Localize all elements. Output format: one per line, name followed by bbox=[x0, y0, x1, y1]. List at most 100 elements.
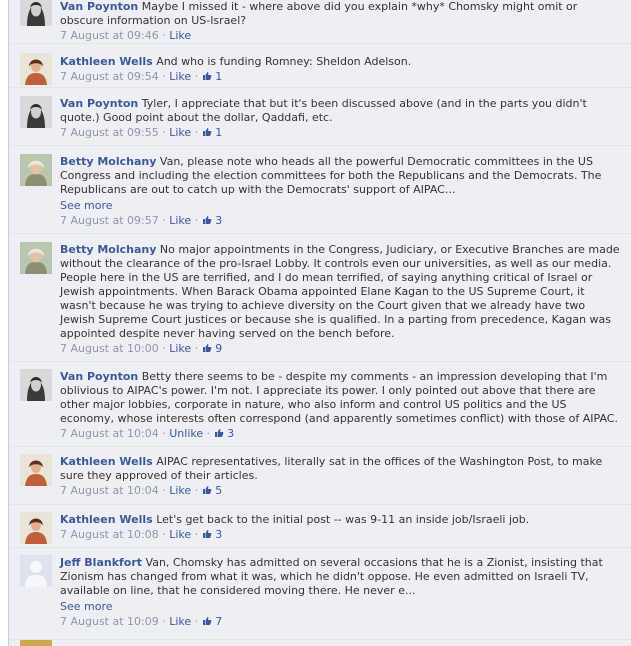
comment-text-line: Kathleen Wells Let's get back to the ini… bbox=[60, 513, 620, 527]
comment-text: No major appointments in the Congress, J… bbox=[60, 243, 620, 340]
like-count[interactable]: 1 bbox=[202, 70, 222, 83]
like-count[interactable]: 7 bbox=[202, 615, 222, 628]
comment-text-line: Van Poynton Maybe I missed it - where ab… bbox=[60, 0, 620, 28]
meta-separator: · bbox=[162, 126, 166, 139]
comment-timestamp[interactable]: 7 August at 09:54 bbox=[60, 70, 159, 83]
comment-timestamp[interactable]: 7 August at 10:09 bbox=[60, 615, 159, 628]
like-link[interactable]: Like bbox=[169, 342, 191, 355]
betty-molchany-avatar[interactable] bbox=[20, 242, 52, 274]
thumbs-up-icon bbox=[202, 215, 212, 225]
comment-author[interactable]: Van Poynton bbox=[60, 97, 138, 110]
comment-author[interactable]: Van Poynton bbox=[60, 370, 138, 383]
thumbs-up-icon bbox=[202, 71, 212, 81]
like-count[interactable]: 5 bbox=[202, 484, 222, 497]
comment-text: Maybe I missed it - where above did you … bbox=[60, 0, 578, 27]
comment-meta: 7 August at 09:46 · Like bbox=[60, 29, 620, 43]
comment-item: Betty Molchany Van, please note who head… bbox=[9, 145, 631, 234]
comment-author[interactable]: Jeff Blankfort bbox=[60, 556, 142, 569]
comment-meta: 7 August at 10:09 · Like · 7 bbox=[60, 615, 620, 629]
comment-text-line: Betty Molchany No major appointments in … bbox=[60, 243, 620, 341]
comment-text: And who is funding Romney: Sheldon Adels… bbox=[156, 55, 412, 68]
comment-meta: 7 August at 10:04 · Unlike · 3 bbox=[60, 427, 620, 441]
van-poynton-avatar[interactable] bbox=[20, 369, 52, 401]
kathleen-wells-avatar[interactable] bbox=[20, 454, 52, 486]
comment-timestamp[interactable]: 7 August at 09:46 bbox=[60, 29, 159, 42]
like-link[interactable]: Like bbox=[169, 615, 191, 628]
comment-text-line: Jeff Blankfort Van, Chomsky has admitted… bbox=[60, 556, 620, 598]
comment-text-line: Van Poynton Betty there seems to be - de… bbox=[60, 370, 620, 426]
meta-separator: · bbox=[162, 342, 166, 355]
thumbs-up-icon bbox=[214, 428, 224, 438]
like-link[interactable]: Like bbox=[169, 29, 191, 42]
like-link[interactable]: Like bbox=[169, 484, 191, 497]
kathleen-wells-avatar[interactable] bbox=[20, 53, 52, 85]
comment-text: Betty there seems to be - despite my com… bbox=[60, 370, 618, 425]
comment-meta: 7 August at 10:00 · Like · 9 bbox=[60, 342, 620, 356]
meta-separator: · bbox=[162, 29, 166, 42]
comment-author[interactable]: Betty Molchany bbox=[60, 155, 156, 168]
comment-text-line: Kathleen Wells And who is funding Romney… bbox=[60, 55, 620, 69]
meta-separator: · bbox=[162, 615, 166, 628]
like-link[interactable]: Like bbox=[169, 70, 191, 83]
comment-text: Van, Chomsky has admitted on several occ… bbox=[60, 556, 603, 597]
meta-separator: · bbox=[162, 484, 166, 497]
like-count[interactable]: 3 bbox=[202, 528, 222, 541]
comment-item: Kathleen Wells AIPAC representatives, li… bbox=[9, 446, 631, 505]
comment-author[interactable]: Kathleen Wells bbox=[60, 513, 153, 526]
van-poynton-avatar[interactable] bbox=[20, 0, 52, 26]
partial-next-avatar bbox=[20, 640, 52, 646]
like-count[interactable]: 3 bbox=[214, 427, 234, 440]
comment-item: Betty Molchany No major appointments in … bbox=[9, 233, 631, 362]
like-count[interactable]: 1 bbox=[202, 126, 222, 139]
comment-item: Van Poynton Tyler, I appreciate that but… bbox=[9, 87, 631, 146]
comment-timestamp[interactable]: 7 August at 09:57 bbox=[60, 214, 159, 227]
comment-author[interactable]: Van Poynton bbox=[60, 0, 138, 13]
meta-separator: · bbox=[194, 484, 199, 497]
meta-separator: · bbox=[162, 528, 166, 541]
like-link[interactable]: Like bbox=[169, 214, 191, 227]
unlike-link[interactable]: Unlike bbox=[169, 427, 203, 440]
see-more-link[interactable]: See more bbox=[60, 199, 620, 213]
comment-item: Kathleen Wells And who is funding Romney… bbox=[9, 43, 631, 88]
betty-molchany-avatar[interactable] bbox=[20, 154, 52, 186]
comment-meta: 7 August at 10:08 · Like · 3 bbox=[60, 528, 620, 542]
comment-meta: 7 August at 10:04 · Like · 5 bbox=[60, 484, 620, 498]
comments-panel: Van Poynton Maybe I missed it - where ab… bbox=[9, 0, 631, 646]
see-more-link[interactable]: See more bbox=[60, 600, 620, 614]
like-link[interactable]: Like bbox=[169, 126, 191, 139]
comment-text-line: Kathleen Wells AIPAC representatives, li… bbox=[60, 455, 620, 483]
like-link[interactable]: Like bbox=[169, 528, 191, 541]
like-count[interactable]: 3 bbox=[202, 214, 222, 227]
thumbs-up-icon bbox=[202, 127, 212, 137]
meta-separator: · bbox=[194, 126, 199, 139]
comment-timestamp[interactable]: 7 August at 10:04 bbox=[60, 484, 159, 497]
default-user-avatar[interactable] bbox=[20, 555, 52, 587]
comment-text-line: Van Poynton Tyler, I appreciate that but… bbox=[60, 97, 620, 125]
comment-meta: 7 August at 09:55 · Like · 1 bbox=[60, 126, 620, 140]
comment-timestamp[interactable]: 7 August at 10:00 bbox=[60, 342, 159, 355]
comment-item: Jeff Blankfort Van, Chomsky has admitted… bbox=[9, 547, 631, 640]
meta-separator: · bbox=[206, 427, 211, 440]
kathleen-wells-avatar[interactable] bbox=[20, 512, 52, 544]
comment-author[interactable]: Betty Molchany bbox=[60, 243, 156, 256]
meta-separator: · bbox=[194, 615, 199, 628]
meta-separator: · bbox=[194, 214, 199, 227]
comment-author[interactable]: Kathleen Wells bbox=[60, 455, 153, 468]
comment-item: Van Poynton Maybe I missed it - where ab… bbox=[9, 0, 631, 44]
thumbs-up-icon bbox=[202, 485, 212, 495]
meta-separator: · bbox=[194, 342, 199, 355]
comment-author[interactable]: Kathleen Wells bbox=[60, 55, 153, 68]
comment-text: Tyler, I appreciate that but it's been d… bbox=[60, 97, 587, 124]
comment-meta: 7 August at 09:54 · Like · 1 bbox=[60, 70, 620, 84]
meta-separator: · bbox=[162, 427, 166, 440]
like-count[interactable]: 9 bbox=[202, 342, 222, 355]
comment-text-line: Betty Molchany Van, please note who head… bbox=[60, 155, 620, 197]
van-poynton-avatar[interactable] bbox=[20, 96, 52, 128]
comment-timestamp[interactable]: 7 August at 10:08 bbox=[60, 528, 159, 541]
comment-timestamp[interactable]: 7 August at 10:04 bbox=[60, 427, 159, 440]
comment-item: Kathleen Wells Let's get back to the ini… bbox=[9, 504, 631, 548]
comment-text: Let's get back to the initial post -- wa… bbox=[156, 513, 530, 526]
meta-separator: · bbox=[162, 70, 166, 83]
thumbs-up-icon bbox=[202, 343, 212, 353]
comment-timestamp[interactable]: 7 August at 09:55 bbox=[60, 126, 159, 139]
